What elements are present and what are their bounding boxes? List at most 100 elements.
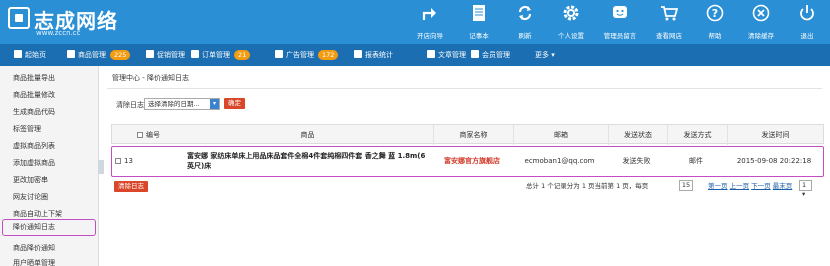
sidebar-item-encrypt[interactable]: 更改加密串 [0, 172, 98, 189]
share-arrow-icon [422, 8, 436, 20]
tool-label: 管理员留言 [603, 32, 637, 40]
chevron-down-icon: ▾ [551, 51, 555, 59]
sidebar-item-virtual-list[interactable]: 虚拟商品列表 [0, 138, 98, 155]
divider [107, 88, 822, 89]
chat-smile-icon [613, 6, 627, 18]
orders-count-badge: 21 [234, 50, 251, 60]
top-header: 志成网络 www.zccn.cc 开店向导 记事本 刷新 个人设置 管理员留言 … [0, 0, 830, 44]
tool-personal-settings[interactable]: 个人设置 [548, 0, 594, 44]
sidebar-item-batch-edit[interactable]: 商品批量修改 [0, 87, 98, 104]
sidebar: 商品批量导出 商品批量修改 生成商品代码 标签管理 虚拟商品列表 添加虚拟商品 … [0, 66, 99, 266]
sidebar-collapse-handle[interactable] [98, 160, 104, 174]
cell-method: 邮件 [689, 157, 703, 165]
tool-logout[interactable]: 退出 [784, 0, 830, 44]
th-product: 商品 [300, 131, 315, 139]
last-page-link[interactable]: 最末页 [773, 182, 793, 190]
tool-refresh[interactable]: 刷新 [502, 0, 548, 44]
cell-product[interactable]: 富安娜 家纺床单床上用品床品套件全棉4件套纯棉四件套 香之舞 蓝 1.8m(6英… [187, 147, 431, 175]
sidebar-item-export[interactable]: 商品批量导出 [0, 70, 98, 87]
nav-articles[interactable]: 文章管理 [427, 44, 466, 66]
page-select[interactable]: 1 ▾ [799, 180, 812, 198]
tool-label: 刷新 [518, 32, 532, 40]
th-label: 编号 [146, 131, 160, 139]
nav-promo[interactable]: 促销管理 [146, 44, 185, 66]
first-page-link[interactable]: 第一页 [708, 182, 728, 190]
breadcrumb-root[interactable]: 管理中心 [112, 74, 140, 82]
confirm-button[interactable]: 确定 [224, 98, 245, 109]
tool-clear-cache[interactable]: 清除缓存 [738, 0, 784, 44]
table-row[interactable]: 13 富安娜 家纺床单床上用品床品套件全棉4件套纯棉四件套 香之舞 蓝 1.8m… [111, 146, 824, 177]
nav-ads[interactable]: 广告管理 172 [275, 44, 339, 66]
chevron-down-icon: ▾ [210, 99, 219, 109]
tool-label: 个人设置 [558, 32, 584, 40]
goods-count-badge: 225 [110, 50, 131, 60]
tool-notepad[interactable]: 记事本 [456, 0, 502, 44]
row-checkbox[interactable] [115, 158, 121, 164]
row-id: 13 [124, 157, 133, 165]
stats-icon [354, 50, 362, 58]
tool-label: 清除缓存 [748, 32, 774, 40]
select-all-checkbox[interactable] [137, 132, 143, 138]
clear-date-select[interactable]: 选择清除的日期... ▾ [144, 98, 220, 110]
nav-home[interactable]: 起始页 [14, 44, 46, 66]
nav-goods[interactable]: 商品管理 225 [67, 44, 131, 66]
sidebar-item-price-notice-log[interactable]: 降价通知日志 [2, 219, 96, 236]
table-header: 编号 商品 商家名称 邮箱 发送状态 发送方式 发送时间 [111, 124, 824, 145]
th-status: 发送状态 [608, 125, 667, 145]
tool-view-shop[interactable]: 查看网店 [646, 0, 692, 44]
nav-members[interactable]: 会员管理 [471, 44, 510, 66]
help-icon: ? [706, 4, 724, 22]
cell-time: 2015-09-08 20:22:18 [736, 157, 812, 165]
pager-links: 第一页 上一页 下一页 最末页 [708, 180, 792, 190]
cell-store[interactable]: 富安娜官方旗舰店 [432, 147, 512, 175]
close-circle-icon [752, 4, 770, 22]
nav-more[interactable]: 更多 ▾ [535, 44, 555, 66]
nav-label: 文章管理 [438, 51, 466, 59]
breadcrumb-current: 降价通知日志 [147, 74, 189, 82]
tool-open-shop-guide[interactable]: 开店向导 [404, 0, 456, 44]
th-method: 发送方式 [667, 125, 727, 145]
articles-icon [427, 50, 435, 58]
th-email: 邮箱 [513, 125, 608, 145]
nav-label: 广告管理 [286, 51, 314, 59]
nav-label: 报表统计 [365, 51, 393, 59]
main-nav: 起始页 商品管理 225 促销管理 订单管理 21 广告管理 172 报表统计 文章管… [0, 44, 830, 66]
sidebar-item-tags[interactable]: 标签管理 [0, 121, 98, 138]
tool-label: 帮助 [708, 32, 722, 40]
nav-label: 起始页 [25, 51, 46, 59]
sidebar-item-forum[interactable]: 网友讨论圈 [0, 189, 98, 206]
sidebar-item-add-virtual[interactable]: 添加虚拟商品 [0, 155, 98, 172]
nav-label: 促销管理 [157, 51, 185, 59]
tool-admin-message[interactable]: 管理员留言 [594, 0, 646, 44]
prev-page-link[interactable]: 上一页 [730, 182, 750, 190]
breadcrumb-separator: - [142, 74, 145, 82]
sidebar-item-gen-code[interactable]: 生成商品代码 [0, 104, 98, 121]
nav-orders[interactable]: 订单管理 21 [191, 44, 251, 66]
cell-status: 发送失败 [622, 157, 651, 165]
cart-icon [661, 6, 678, 21]
tool-help[interactable]: ? 帮助 [692, 0, 738, 44]
home-icon [14, 50, 22, 58]
cell-email: ecmoban1@qq.com [524, 157, 595, 165]
members-icon [471, 50, 479, 58]
nav-label: 订单管理 [202, 51, 230, 59]
tool-label: 退出 [800, 32, 814, 40]
goods-icon [67, 50, 75, 58]
nav-label: 商品管理 [78, 51, 106, 59]
tool-label: 查看网店 [656, 32, 682, 40]
power-icon [800, 5, 814, 21]
tool-label: 记事本 [469, 32, 489, 40]
per-page-input[interactable]: 15 [679, 180, 693, 191]
logo-mark-icon [8, 7, 30, 29]
breadcrumb: 管理中心 - 降价通知日志 [112, 73, 189, 83]
clear-log-button[interactable]: 清除日志 [114, 181, 148, 192]
nav-stats[interactable]: 报表统计 [354, 44, 393, 66]
cell-id: 13 [115, 147, 175, 175]
logo[interactable]: 志成网络 www.zccn.cc [8, 6, 118, 38]
header-tools: 开店向导 记事本 刷新 个人设置 管理员留言 查看网店 ? 帮助 清除缓存 退出 [404, 0, 830, 44]
next-page-link[interactable]: 下一页 [751, 182, 771, 190]
sidebar-item-user-share[interactable]: 用户晒单管理 [0, 255, 98, 266]
nav-label: 更多 [535, 51, 549, 59]
th-store: 商家名称 [433, 125, 513, 145]
ads-count-badge: 172 [318, 50, 339, 60]
